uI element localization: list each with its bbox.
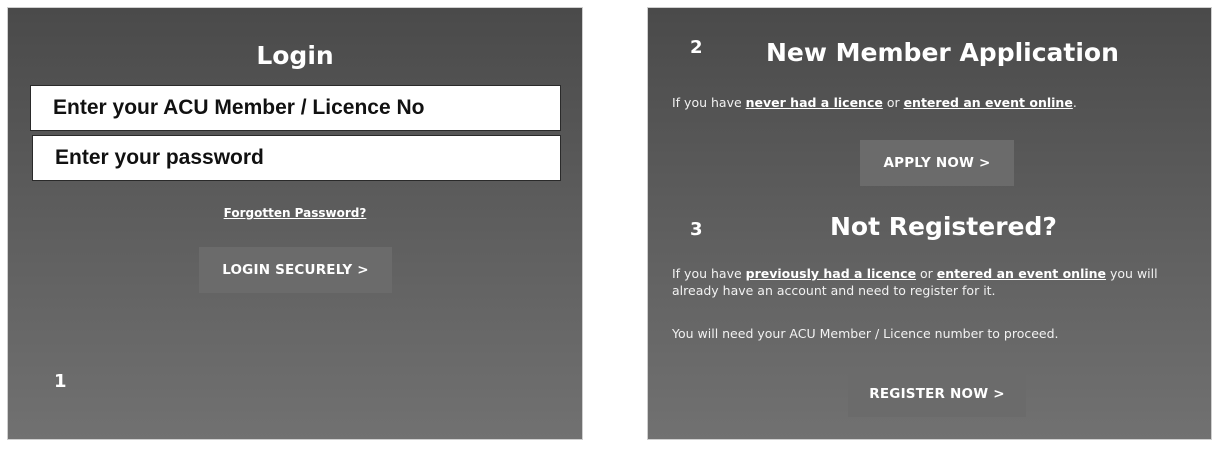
login-panel: Login Forgotten Password? LOGIN SECURELY…: [7, 7, 583, 440]
new-member-description: If you have never had a licence or enter…: [672, 94, 1077, 111]
new-member-title: New Member Application: [766, 38, 1119, 67]
registration-panel: 2 New Member Application If you have nev…: [647, 7, 1212, 440]
apply-now-button[interactable]: APPLY NOW >: [860, 140, 1014, 186]
new-member-text-or: or: [882, 95, 904, 110]
not-registered-text-prefix: If you have: [672, 266, 746, 281]
new-member-text-suffix: .: [1072, 95, 1077, 110]
licence-number-note: You will need your ACU Member / Licence …: [672, 326, 1059, 341]
step-number-1: 1: [54, 371, 67, 392]
new-member-text-prefix: If you have: [672, 95, 746, 110]
not-registered-text-or: or: [916, 266, 937, 281]
member-number-input[interactable]: [30, 85, 561, 131]
entered-event-online-link[interactable]: entered an event online: [904, 95, 1073, 110]
login-securely-button[interactable]: LOGIN SECURELY >: [199, 247, 392, 293]
step-number-3: 3: [690, 219, 703, 240]
previously-had-licence-link[interactable]: previously had a licence: [746, 266, 916, 281]
login-title: Login: [256, 41, 334, 70]
forgotten-password-link[interactable]: Forgotten Password?: [8, 206, 582, 220]
register-now-button[interactable]: REGISTER NOW >: [848, 371, 1026, 417]
not-registered-description: If you have previously had a licence or …: [672, 265, 1192, 299]
never-had-licence-link[interactable]: never had a licence: [746, 95, 883, 110]
step-number-2: 2: [690, 37, 703, 58]
password-input[interactable]: [32, 135, 561, 181]
not-registered-title: Not Registered?: [830, 212, 1057, 241]
entered-event-online-link-2[interactable]: entered an event online: [937, 266, 1106, 281]
